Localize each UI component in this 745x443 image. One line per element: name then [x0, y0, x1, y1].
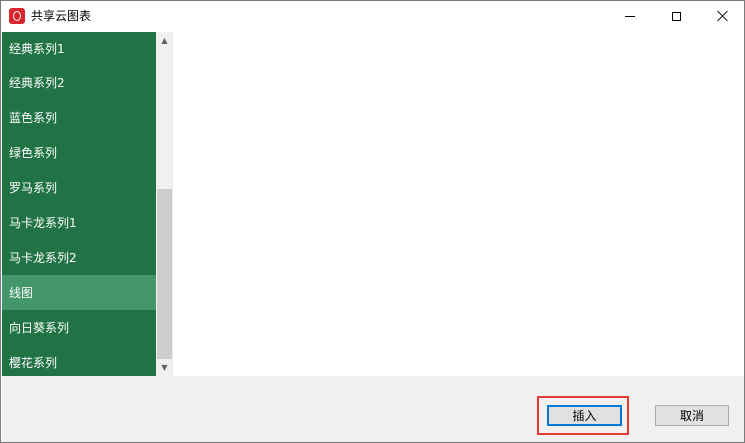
sidebar-item-classic-2[interactable]: 经典系列2: [2, 65, 156, 100]
sidebar-item-label: 经典系列2: [9, 76, 65, 90]
sidebar-item-label: 蓝色系列: [9, 111, 58, 125]
app-logo-icon: [9, 8, 25, 24]
sidebar-item-classic-1[interactable]: 经典系列1: [2, 32, 156, 65]
chart-style-list: 经典系列1 经典系列2 蓝色系列 绿色系列 罗马系列 马卡龙系列1 马卡龙系列2…: [2, 32, 156, 376]
sidebar-item-green[interactable]: 绿色系列: [2, 135, 156, 170]
close-icon: [716, 10, 728, 22]
insert-button[interactable]: 插入: [547, 405, 622, 426]
sidebar-item-sakura[interactable]: 樱花系列: [2, 345, 156, 376]
scroll-thumb[interactable]: [157, 189, 172, 359]
sidebar-item-label: 马卡龙系列1: [9, 216, 77, 230]
minimize-icon: [625, 15, 635, 17]
sidebar-item-sunflower[interactable]: 向日葵系列: [2, 310, 156, 345]
scroll-up-button[interactable]: ▲: [156, 32, 173, 49]
sidebar-item-roman[interactable]: 罗马系列: [2, 170, 156, 205]
chart-preview-area: [173, 32, 744, 376]
sidebar-item-blue[interactable]: 蓝色系列: [2, 100, 156, 135]
sidebar-item-macaron-1[interactable]: 马卡龙系列1: [2, 205, 156, 240]
dialog-footer: 插入 取消: [2, 376, 744, 442]
cancel-button[interactable]: 取消: [655, 405, 729, 426]
sidebar-item-line-chart[interactable]: 线图: [2, 275, 156, 310]
maximize-icon: [671, 11, 681, 21]
sidebar-item-label: 绿色系列: [9, 146, 58, 160]
chevron-up-icon: ▲: [161, 36, 168, 45]
maximize-button[interactable]: [653, 1, 699, 31]
close-button[interactable]: [699, 1, 745, 31]
sidebar-scrollbar[interactable]: ▲ ▼: [156, 32, 173, 376]
sidebar-item-label: 马卡龙系列2: [9, 251, 77, 265]
minimize-button[interactable]: [607, 1, 653, 31]
chevron-down-icon: ▼: [161, 363, 168, 372]
sidebar-item-label: 向日葵系列: [9, 321, 70, 335]
sidebar-item-label: 经典系列1: [9, 42, 65, 56]
dialog-window: 共享云图表 经典系列1 经典系列2 蓝色系列 绿色系列 罗马系列 马卡龙系列1: [0, 0, 745, 443]
sidebar-item-label: 罗马系列: [9, 181, 58, 195]
sidebar-item-macaron-2[interactable]: 马卡龙系列2: [2, 240, 156, 275]
scroll-down-button[interactable]: ▼: [156, 359, 173, 376]
sidebar-item-label: 线图: [9, 286, 34, 300]
window-title: 共享云图表: [31, 9, 92, 23]
title-bar[interactable]: 共享云图表: [1, 1, 744, 31]
sidebar-item-label: 樱花系列: [9, 356, 58, 370]
